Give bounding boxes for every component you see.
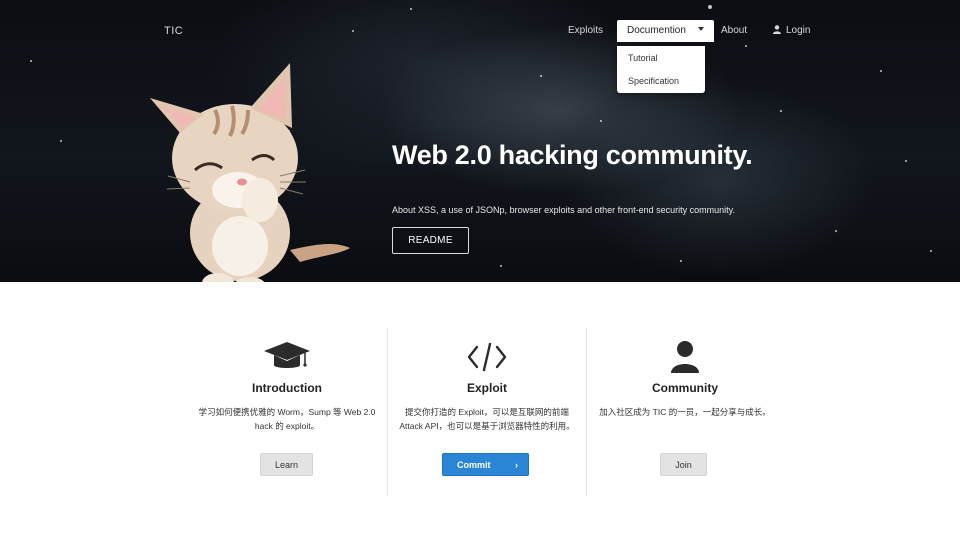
kitten-mascot: [150, 63, 350, 282]
nav-documentation-label: Documention: [627, 25, 686, 36]
nav-documentation[interactable]: Documention: [617, 20, 714, 42]
code-icon: [467, 342, 507, 372]
join-button-label: Join: [675, 460, 692, 470]
documentation-dropdown: Tutorial Specification: [617, 46, 705, 93]
chevron-right-icon: ›: [515, 460, 518, 470]
feature-description: 提交你打造的 Exploit，可以是互联网的前端 Attack API，也可以是…: [399, 407, 575, 431]
brand-logo[interactable]: TIC: [164, 25, 183, 37]
hero-subtitle: About XSS, a use of JSONp, browser explo…: [392, 205, 735, 215]
caret-down-icon: [697, 27, 704, 32]
feature-community: Community 加入社区成为 TIC 的一员，一起分享与成长。 Join: [586, 328, 784, 496]
graduation-cap-icon: [264, 342, 310, 368]
user-icon: [671, 341, 699, 373]
hero-headline: Web 2.0 hacking community.: [392, 140, 753, 170]
feature-introduction: Introduction 学习如何便携优雅的 Worm，Sump 等 Web 2…: [188, 328, 386, 496]
hero-section: TIC Exploits Documention About Login Web…: [0, 0, 960, 282]
commit-button[interactable]: Commit ›: [442, 453, 529, 476]
feature-title: Exploit: [466, 381, 507, 395]
readme-button[interactable]: README: [392, 227, 469, 254]
learn-button-label: Learn: [274, 460, 299, 470]
nav-about[interactable]: About: [721, 20, 747, 42]
dropdown-item-tutorial[interactable]: Tutorial: [628, 53, 658, 63]
feature-exploit: Exploit 提交你打造的 Exploit，可以是互联网的前端 Attack …: [387, 328, 587, 496]
feature-title: Community: [652, 381, 718, 395]
nav-exploits[interactable]: Exploits: [568, 20, 603, 42]
feature-title: Introduction: [252, 381, 322, 395]
commit-button-label: Commit: [457, 460, 491, 470]
nav-login-label: Login: [786, 25, 811, 36]
feature-description: 加入社区成为 TIC 的一员，一起分享与成长。: [599, 407, 771, 417]
dropdown-item-specification[interactable]: Specification: [628, 76, 679, 86]
learn-button[interactable]: Learn: [260, 453, 313, 476]
feature-description: 学习如何便携优雅的 Worm，Sump 等 Web 2.0 hack 的 exp…: [198, 407, 376, 431]
join-button[interactable]: Join: [660, 453, 707, 476]
user-icon: [773, 25, 781, 34]
nav-login[interactable]: Login: [773, 20, 810, 42]
